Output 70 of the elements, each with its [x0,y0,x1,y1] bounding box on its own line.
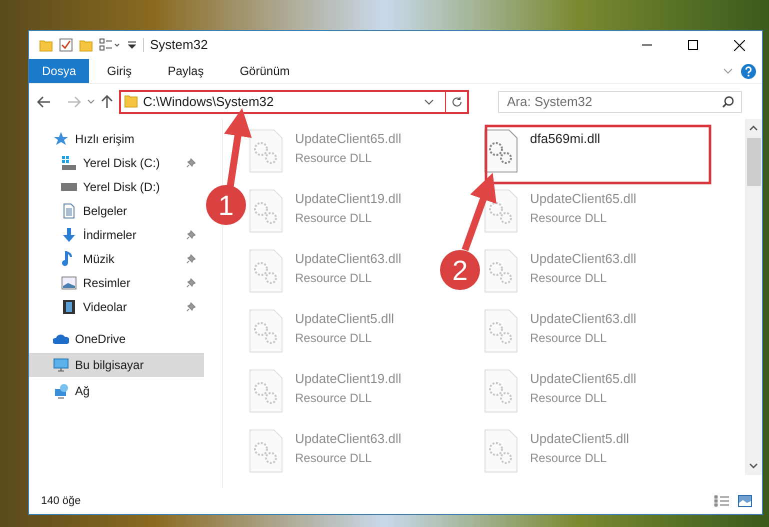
pin-icon[interactable] [186,302,196,312]
chevron-down-icon[interactable] [87,99,95,104]
up-arrow-icon[interactable] [101,94,113,108]
scrollbar[interactable] [745,119,762,475]
ribbon-tab[interactable]: Paylaş [150,59,222,83]
file-type: Resource DLL [295,450,373,466]
file-type: Resource DLL [295,330,373,346]
chevron-down-icon[interactable] [424,98,434,104]
file-type: Resource DLL [295,270,373,286]
sidebar-item[interactable]: OneDrive [29,327,204,351]
sidebar-item[interactable]: Ağ [29,379,204,403]
scroll-up-icon[interactable] [749,125,758,131]
pin-icon[interactable] [186,158,196,168]
pin-icon[interactable] [186,230,196,240]
picture-icon [61,275,77,291]
star-icon [53,131,69,147]
sidebar-item[interactable]: İndirmeler [29,223,204,247]
ribbon-tab[interactable]: Giriş [89,59,150,83]
ribbon-tab[interactable]: Görünüm [222,59,308,83]
forward-arrow-icon[interactable] [67,96,81,108]
folder-icon [124,95,138,108]
drive-win-icon [61,155,77,171]
folder-icon[interactable] [39,38,53,52]
sidebar-item[interactable]: Müzik [29,247,204,271]
back-arrow-icon[interactable] [37,96,51,108]
file-type: Resource DLL [295,150,373,166]
number-badge: 2 [440,250,480,290]
sidebar-item[interactable]: Belgeler [29,199,204,223]
file-type: Resource DLL [530,450,608,466]
sidebar-item[interactable]: Yerel Disk (D:) [29,175,204,199]
ribbon-tab[interactable]: Dosya [29,59,90,83]
file-type: Resource DLL [530,270,608,286]
pin-icon[interactable] [186,254,196,264]
search-field[interactable]: Ara: System32 [498,90,742,112]
item-count: 140 öğe [41,494,81,509]
file-type: Resource DLL [295,390,373,406]
refresh-icon[interactable] [451,96,463,108]
scroll-thumb[interactable] [746,138,760,186]
download-icon [61,227,77,243]
folder-icon[interactable] [79,38,93,52]
sidebar-item[interactable]: Videolar [29,295,204,319]
doc-icon [61,203,77,219]
help-icon[interactable] [741,64,756,78]
number-badge: 1 [206,185,246,225]
properties-icon[interactable] [99,38,121,52]
network-icon [53,383,69,399]
file-type: Resource DLL [530,210,608,226]
window-title: System32 [150,36,208,54]
checklist-icon[interactable] [59,38,73,52]
address-path: C:\Windows\System32 [143,92,274,111]
pc-icon [53,357,69,373]
sidebar-item[interactable]: Hızlı erişim [29,127,204,151]
file-name[interactable]: dfa569mi.dll [530,129,600,148]
close-icon [734,40,744,50]
search-icon[interactable] [722,96,734,108]
sidebar-item[interactable]: Yerel Disk (C:) [29,151,204,175]
dropdown-icon[interactable] [127,40,137,50]
sidebar-item[interactable]: Resimler [29,271,204,295]
file-type: Resource DLL [295,210,373,226]
pin-icon[interactable] [186,278,196,288]
details-view-icon[interactable] [714,495,730,507]
sidebar-item[interactable]: Bu bilgisayar [29,353,204,377]
address-field[interactable]: C:\Windows\System32 [119,90,469,114]
file-type: Resource DLL [530,390,608,406]
dll-file-icon[interactable] [484,129,518,173]
maximize-icon [688,40,698,50]
scroll-down-icon[interactable] [749,463,758,469]
large-icons-view-icon[interactable] [738,495,752,507]
file-type: Resource DLL [530,330,608,346]
video-icon [61,299,77,315]
